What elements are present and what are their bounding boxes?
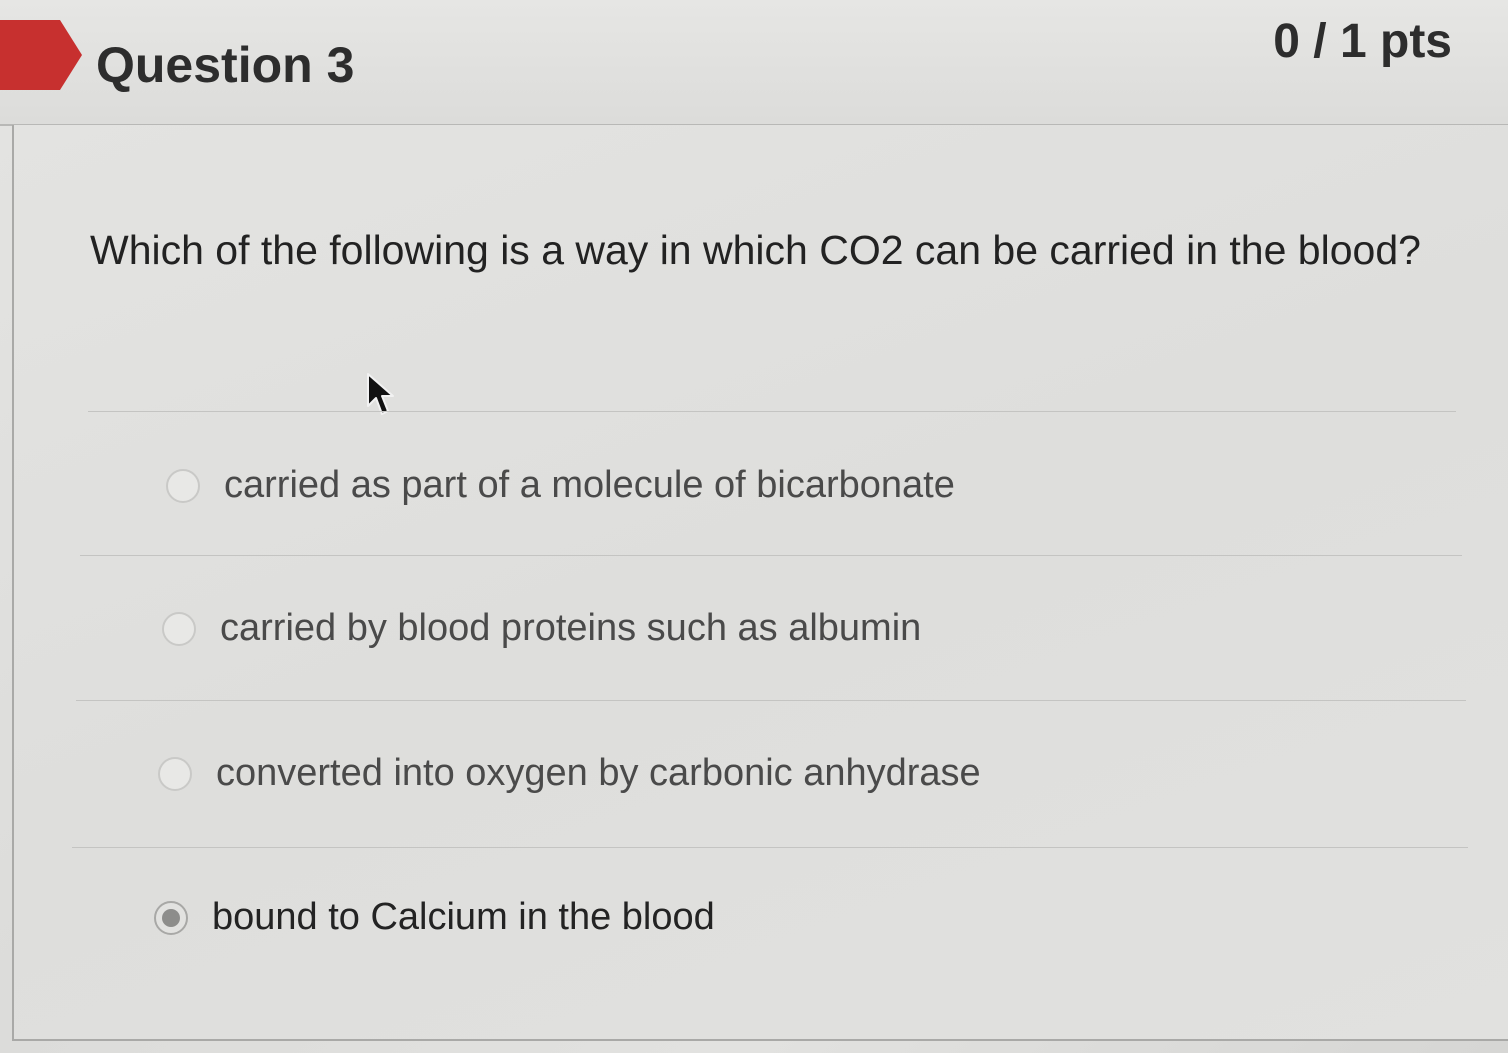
answer-option-2[interactable]: carried by blood proteins such as albumi…: [162, 607, 921, 650]
question-flag-icon[interactable]: [0, 20, 82, 90]
answer-divider: [80, 555, 1462, 556]
answer-option-4[interactable]: bound to Calcium in the blood: [154, 896, 715, 939]
answer-label: carried by blood proteins such as albumi…: [220, 607, 922, 649]
radio-button-icon[interactable]: [158, 756, 192, 791]
radio-button-icon[interactable]: [162, 611, 196, 646]
answer-label: bound to Calcium in the blood: [212, 896, 715, 938]
radio-button-selected-icon[interactable]: [154, 900, 188, 935]
question-header: Question 3 0 / 1 pts: [0, 0, 1508, 126]
question-points: 0 / 1 pts: [1273, 15, 1452, 68]
question-title: Question 3: [96, 37, 355, 93]
answer-option-1[interactable]: carried as part of a molecule of bicarbo…: [166, 464, 955, 507]
answer-divider: [88, 411, 1456, 412]
question-text: Which of the following is a way in which…: [90, 227, 1421, 273]
radio-button-icon[interactable]: [166, 468, 200, 503]
answer-label: carried as part of a molecule of bicarbo…: [224, 464, 955, 506]
answer-divider: [72, 847, 1468, 848]
answer-divider: [76, 700, 1466, 701]
answer-option-3[interactable]: converted into oxygen by carbonic anhydr…: [158, 752, 981, 795]
quiz-screen: Question 3 0 / 1 pts Which of the follow…: [0, 0, 1508, 1053]
answer-label: converted into oxygen by carbonic anhydr…: [216, 752, 981, 794]
